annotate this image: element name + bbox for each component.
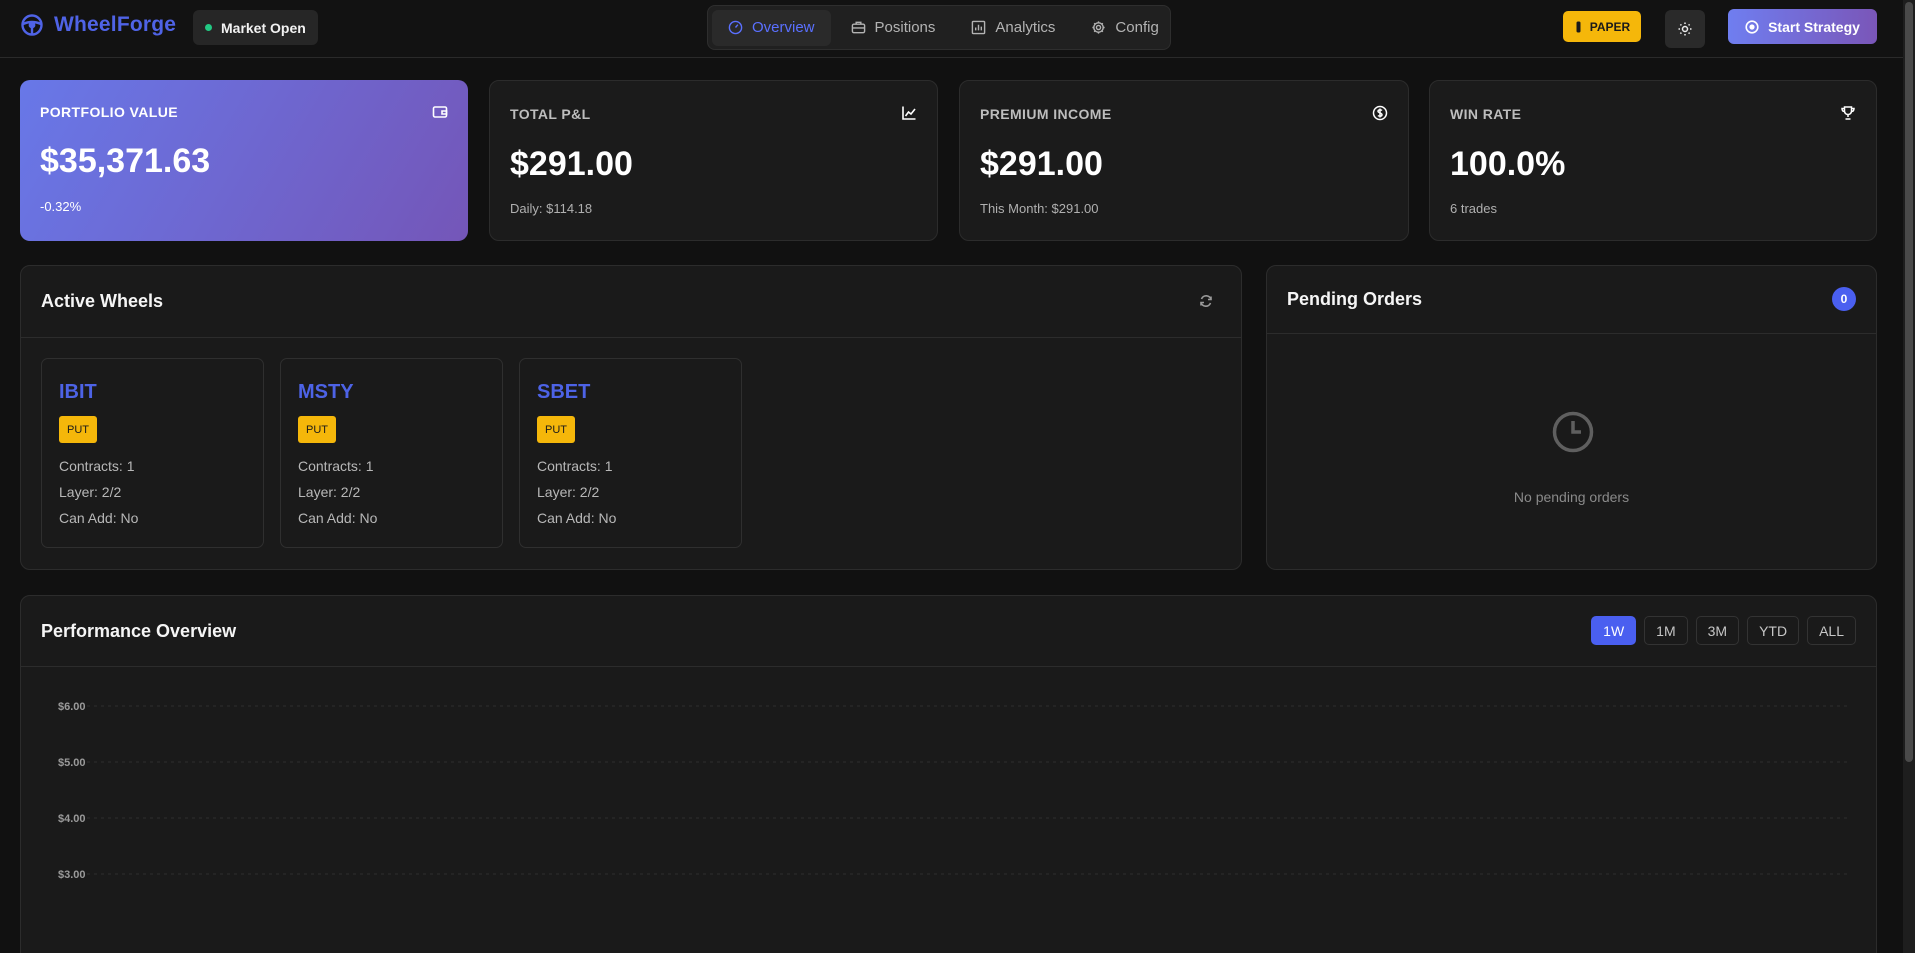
stat-value: $35,371.63 <box>40 142 211 180</box>
portfolio-value-card: PORTFOLIO VALUE $35,371.63 -0.32% <box>20 80 468 241</box>
wheel-symbol: IBIT <box>59 381 97 403</box>
performance-chart: $6.00$5.00$4.00$3.00$2.00 <box>58 701 1849 881</box>
stat-sub: 6 trades <box>1450 201 1497 216</box>
market-status-label: Market Open <box>221 19 306 36</box>
tab-label: Overview <box>752 19 815 36</box>
stat-value: 100.0% <box>1450 145 1566 183</box>
wheel-symbol: SBET <box>537 381 591 403</box>
dollar-circle-icon <box>1372 105 1388 121</box>
sun-icon <box>1678 22 1692 36</box>
tab-label: Config <box>1115 19 1159 36</box>
line-chart-icon <box>902 106 916 120</box>
panel-divider <box>21 337 1241 338</box>
gauge-icon <box>728 20 743 35</box>
start-strategy-button[interactable]: Start Strategy <box>1728 9 1877 44</box>
pending-orders-panel: Pending Orders 0 No pending orders <box>1266 265 1877 570</box>
empty-state-message: No pending orders <box>1513 489 1630 505</box>
stat-label: TOTAL P&L <box>510 106 591 122</box>
tab-positions[interactable]: Positions <box>835 10 952 46</box>
y-tick-label: $4.00 <box>58 813 86 825</box>
wheel-layer: Layer: 2/2 <box>298 484 361 500</box>
scrollbar-thumb[interactable] <box>1905 2 1913 762</box>
market-status-dot <box>205 24 212 31</box>
wheel-type-badge: PUT <box>298 416 336 443</box>
main-nav: Overview Positions Analytics Config <box>707 5 1171 50</box>
briefcase-icon <box>851 21 865 34</box>
pending-count-badge: 0 <box>1832 287 1856 311</box>
panel-title: Active Wheels <box>41 291 164 311</box>
paper-mode-label: PAPER <box>1589 19 1631 34</box>
y-tick-label: $3.00 <box>58 869 86 881</box>
wheel-layer: Layer: 2/2 <box>537 484 600 500</box>
tab-label: Positions <box>874 19 936 36</box>
wheel-layer: Layer: 2/2 <box>59 484 122 500</box>
market-status-pill: Market Open <box>193 10 318 45</box>
clock-icon <box>1552 411 1594 453</box>
theme-toggle-button[interactable] <box>1665 10 1705 48</box>
top-header: WheelForge Market Open Overview Position… <box>0 0 1903 58</box>
wheel-type-badge: PUT <box>59 416 97 443</box>
wheel-can-add: Can Add: No <box>298 510 378 526</box>
performance-panel: Performance Overview 1W 1M 3M YTD ALL $6… <box>20 595 1877 953</box>
panel-title: Performance Overview <box>41 621 237 641</box>
win-rate-card: WIN RATE 100.0% 6 trades <box>1429 80 1877 241</box>
wheel-type-badge: PUT <box>537 416 575 443</box>
tab-config[interactable]: Config <box>1075 10 1174 46</box>
stat-label: PREMIUM INCOME <box>980 106 1112 122</box>
bar-chart-icon <box>972 20 986 35</box>
page-scrollbar[interactable] <box>1903 0 1915 953</box>
stat-value: $291.00 <box>980 145 1103 183</box>
active-wheels-panel: Active Wheels IBIT PUT Contracts: 1 Laye… <box>20 265 1242 570</box>
stat-label: WIN RATE <box>1450 106 1522 122</box>
wheel-symbol: MSTY <box>298 381 354 403</box>
panel-divider <box>1267 333 1876 334</box>
tab-analytics[interactable]: Analytics <box>955 10 1071 46</box>
tab-label: Analytics <box>995 19 1056 36</box>
start-strategy-label: Start Strategy <box>1768 18 1860 35</box>
steering-wheel-icon <box>21 14 43 36</box>
flask-icon <box>1576 21 1581 32</box>
range-1w-button[interactable]: 1W <box>1591 616 1637 645</box>
total-pnl-card: TOTAL P&L $291.00 Daily: $114.18 <box>489 80 938 241</box>
y-tick-label: $6.00 <box>58 701 86 713</box>
range-all-button[interactable]: ALL <box>1807 616 1856 645</box>
premium-income-card: PREMIUM INCOME $291.00 This Month: $291.… <box>959 80 1409 241</box>
stat-sub: This Month: $291.00 <box>980 201 1099 216</box>
play-circle-icon <box>1745 19 1759 34</box>
stat-sub: -0.32% <box>40 199 82 214</box>
wallet-icon <box>432 106 448 118</box>
wheel-card-msty[interactable]: MSTY PUT Contracts: 1 Layer: 2/2 Can Add… <box>280 358 503 548</box>
range-1m-button[interactable]: 1M <box>1644 616 1688 645</box>
paper-mode-badge[interactable]: PAPER <box>1563 11 1641 42</box>
y-tick-label: $5.00 <box>58 757 86 769</box>
gear-icon <box>1092 21 1106 34</box>
wheel-card-ibit[interactable]: IBIT PUT Contracts: 1 Layer: 2/2 Can Add… <box>41 358 264 548</box>
wheel-card-sbet[interactable]: SBET PUT Contracts: 1 Layer: 2/2 Can Add… <box>519 358 742 548</box>
stat-value: $291.00 <box>510 145 633 183</box>
wheel-can-add: Can Add: No <box>537 510 617 526</box>
stat-label: PORTFOLIO VALUE <box>40 104 178 120</box>
wheel-contracts: Contracts: 1 <box>59 458 135 474</box>
app-name: WheelForge <box>54 13 177 36</box>
panel-title: Pending Orders <box>1287 289 1423 309</box>
brand[interactable]: WheelForge <box>20 13 176 37</box>
wheel-contracts: Contracts: 1 <box>537 458 613 474</box>
range-selector: 1W 1M 3M YTD ALL <box>1591 616 1856 645</box>
refresh-icon[interactable] <box>1199 294 1213 308</box>
stat-sub: Daily: $114.18 <box>510 201 593 216</box>
tab-overview[interactable]: Overview <box>712 9 831 46</box>
range-3m-button[interactable]: 3M <box>1695 616 1740 645</box>
trophy-icon <box>1841 106 1855 120</box>
wheel-contracts: Contracts: 1 <box>298 458 374 474</box>
wheel-can-add: Can Add: No <box>59 510 139 526</box>
range-ytd-button[interactable]: YTD <box>1747 616 1800 645</box>
